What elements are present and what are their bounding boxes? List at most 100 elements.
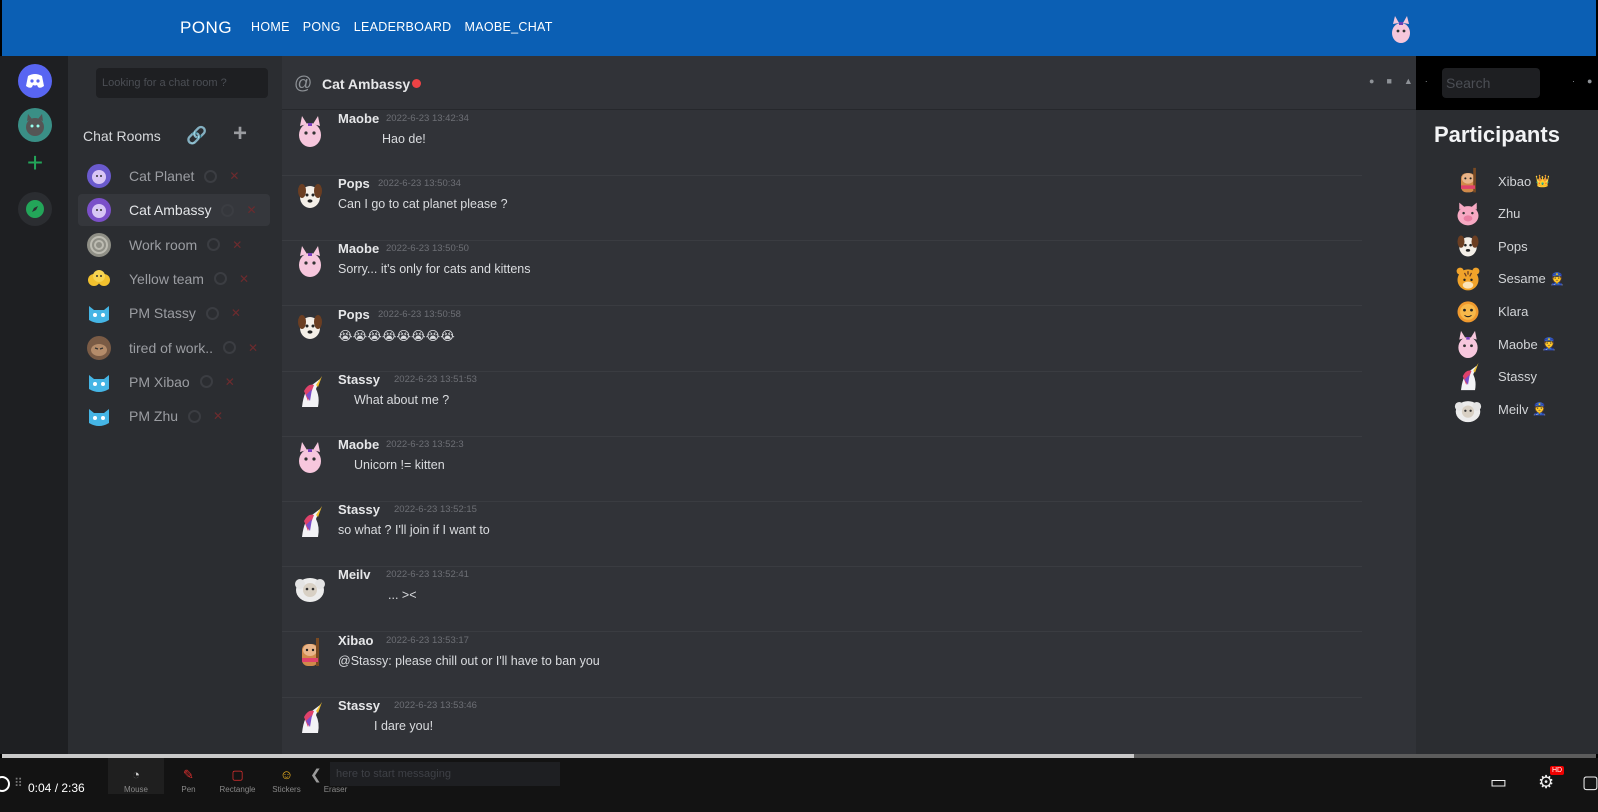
pink-cat-avatar[interactable] [294, 244, 326, 278]
link-icon[interactable]: 🔗 [186, 126, 207, 146]
room-settings-icon[interactable] [205, 306, 219, 320]
tool-rectangle[interactable]: ▢ Rectangle [213, 758, 262, 794]
room-item[interactable]: Cat Planet ✕ [78, 160, 270, 192]
settings-gear-icon[interactable]: ⚙ [1538, 772, 1554, 793]
message-content: Can I go to cat planet please ? [338, 197, 508, 212]
work-room-icon [86, 232, 112, 258]
video-icon[interactable]: ■ [1386, 76, 1391, 86]
participant-item[interactable]: Maobe 👮 [1454, 329, 1557, 359]
tool-label: Rectangle [219, 785, 256, 794]
pen-icon: ✎ [183, 767, 194, 782]
room-settings-icon[interactable] [199, 375, 213, 389]
unicorn-avatar[interactable] [294, 701, 326, 735]
sheep-avatar [1454, 394, 1482, 424]
participant-item[interactable]: Pops [1454, 231, 1532, 261]
message-author[interactable]: Maobe [338, 111, 379, 126]
cat-server-icon[interactable] [18, 108, 52, 142]
delete-room-icon[interactable]: ✕ [239, 272, 249, 286]
pin-icon[interactable]: ▲ [1404, 76, 1413, 86]
delete-room-icon[interactable]: ✕ [229, 169, 239, 183]
participant-name: Zhu [1498, 206, 1521, 222]
room-name: tired of work.. [129, 339, 214, 356]
room-settings-icon[interactable] [223, 341, 237, 354]
nav-link-pong[interactable]: PONG [303, 20, 341, 34]
delete-room-icon[interactable]: ✕ [225, 375, 235, 389]
delete-room-icon[interactable]: ✕ [248, 341, 258, 355]
room-name: PM Stassy [129, 305, 196, 322]
subtitles-icon[interactable]: ▭ [1490, 772, 1507, 793]
delete-room-icon[interactable]: ✕ [213, 409, 223, 423]
room-item[interactable]: PM Zhu ✕ [78, 400, 270, 432]
message-author[interactable]: Maobe [338, 241, 379, 256]
room-search-input[interactable]: Looking for a chat room ? [96, 68, 268, 98]
message-author[interactable]: Maobe [338, 437, 379, 452]
message-author[interactable]: Meilv [338, 567, 371, 582]
participant-item[interactable]: Xibao 👑 [1454, 166, 1550, 196]
pink-cat-avatar[interactable] [294, 114, 326, 148]
room-settings-icon[interactable] [221, 203, 235, 217]
delete-room-icon[interactable]: ✕ [231, 306, 241, 320]
help-icon[interactable]: ● [1587, 76, 1592, 86]
chat-message: Maobe 2022-6-23 13:50:50 Sorry... it's o… [282, 241, 1362, 307]
chat-panel: @ Cat Ambassy ● ■ ▲ · Search · ● Maobe 2… [282, 56, 1592, 763]
room-item[interactable]: Yellow team ✕ [78, 263, 270, 295]
add-room-icon[interactable]: + [233, 120, 247, 148]
message-author[interactable]: Stassy [338, 372, 380, 387]
message-content: Sorry... it's only for cats and kittens [338, 262, 531, 277]
message-composer-input[interactable]: here to start messaging [330, 762, 560, 786]
inbox-icon[interactable]: · [1572, 76, 1575, 86]
room-settings-icon[interactable] [207, 238, 221, 252]
message-author[interactable]: Xibao [338, 633, 373, 648]
dog-avatar[interactable] [294, 310, 326, 344]
pink-cat-avatar[interactable] [294, 440, 326, 474]
nav-link-maobe-chat[interactable]: MAOBE_CHAT [465, 20, 553, 34]
message-author[interactable]: Pops [338, 307, 370, 322]
participant-item[interactable]: Zhu [1454, 199, 1524, 229]
header-search-input[interactable]: Search [1442, 68, 1540, 98]
room-settings-icon[interactable] [213, 272, 227, 286]
room-settings-icon[interactable] [204, 169, 218, 183]
tool-stickers[interactable]: ☺ Stickers [262, 758, 311, 794]
delete-room-icon[interactable]: ✕ [246, 203, 256, 217]
unicorn-avatar[interactable] [294, 505, 326, 539]
drag-handle-icon[interactable]: ⠿ [14, 776, 23, 790]
nav-link-leaderboard[interactable]: LEADERBOARD [354, 20, 452, 34]
add-server-icon[interactable]: + [18, 146, 52, 180]
chat-rooms-heading: Chat Rooms [83, 128, 161, 144]
participant-item[interactable]: Klara [1454, 296, 1532, 326]
dog-avatar[interactable] [294, 179, 326, 213]
message-author[interactable]: Pops [338, 176, 370, 191]
chat-title: Cat Ambassy [322, 76, 411, 92]
participants-title: Participants [1434, 122, 1560, 147]
room-settings-icon[interactable] [188, 409, 202, 423]
play-icon[interactable] [0, 774, 10, 794]
discord-home-icon[interactable] [18, 64, 52, 98]
chat-message: Pops 2022-6-23 13:50:58 😭😭😭😭😭😭😭😭 [282, 307, 1362, 372]
room-item[interactable]: Cat Ambassy ✕ [78, 194, 270, 227]
participant-item[interactable]: Sesame 👮 [1454, 264, 1565, 294]
members-icon[interactable]: · [1425, 76, 1428, 86]
room-name: PM Zhu [129, 408, 179, 425]
tool-mouse[interactable]: ◔ Mouse [108, 758, 164, 794]
room-item[interactable]: Work room ✕ [78, 229, 270, 261]
xibao-avatar[interactable] [294, 636, 326, 670]
chevron-left-icon[interactable]: ❮ [310, 766, 322, 783]
compass-icon[interactable] [18, 192, 52, 226]
room-item[interactable]: tired of work.. ✕ [78, 332, 270, 364]
call-icon[interactable]: ● [1369, 76, 1374, 86]
delete-room-icon[interactable]: ✕ [232, 238, 242, 252]
miniplayer-icon[interactable]: ▢ [1582, 772, 1598, 793]
room-item[interactable]: PM Xibao ✕ [78, 366, 270, 398]
brand-logo[interactable]: PONG [180, 18, 232, 38]
sheep-avatar[interactable] [294, 570, 326, 604]
message-author[interactable]: Stassy [338, 698, 380, 713]
tool-label: Pen [181, 785, 196, 794]
participant-item[interactable]: Stassy [1454, 362, 1541, 392]
tool-pen[interactable]: ✎ Pen [164, 758, 213, 794]
nav-link-home[interactable]: HOME [251, 20, 290, 34]
message-author[interactable]: Stassy [338, 502, 380, 517]
participant-item[interactable]: Meilv 👮 [1454, 394, 1547, 424]
user-avatar[interactable] [1388, 14, 1414, 44]
unicorn-avatar[interactable] [294, 375, 326, 409]
room-item[interactable]: PM Stassy ✕ [78, 297, 270, 329]
